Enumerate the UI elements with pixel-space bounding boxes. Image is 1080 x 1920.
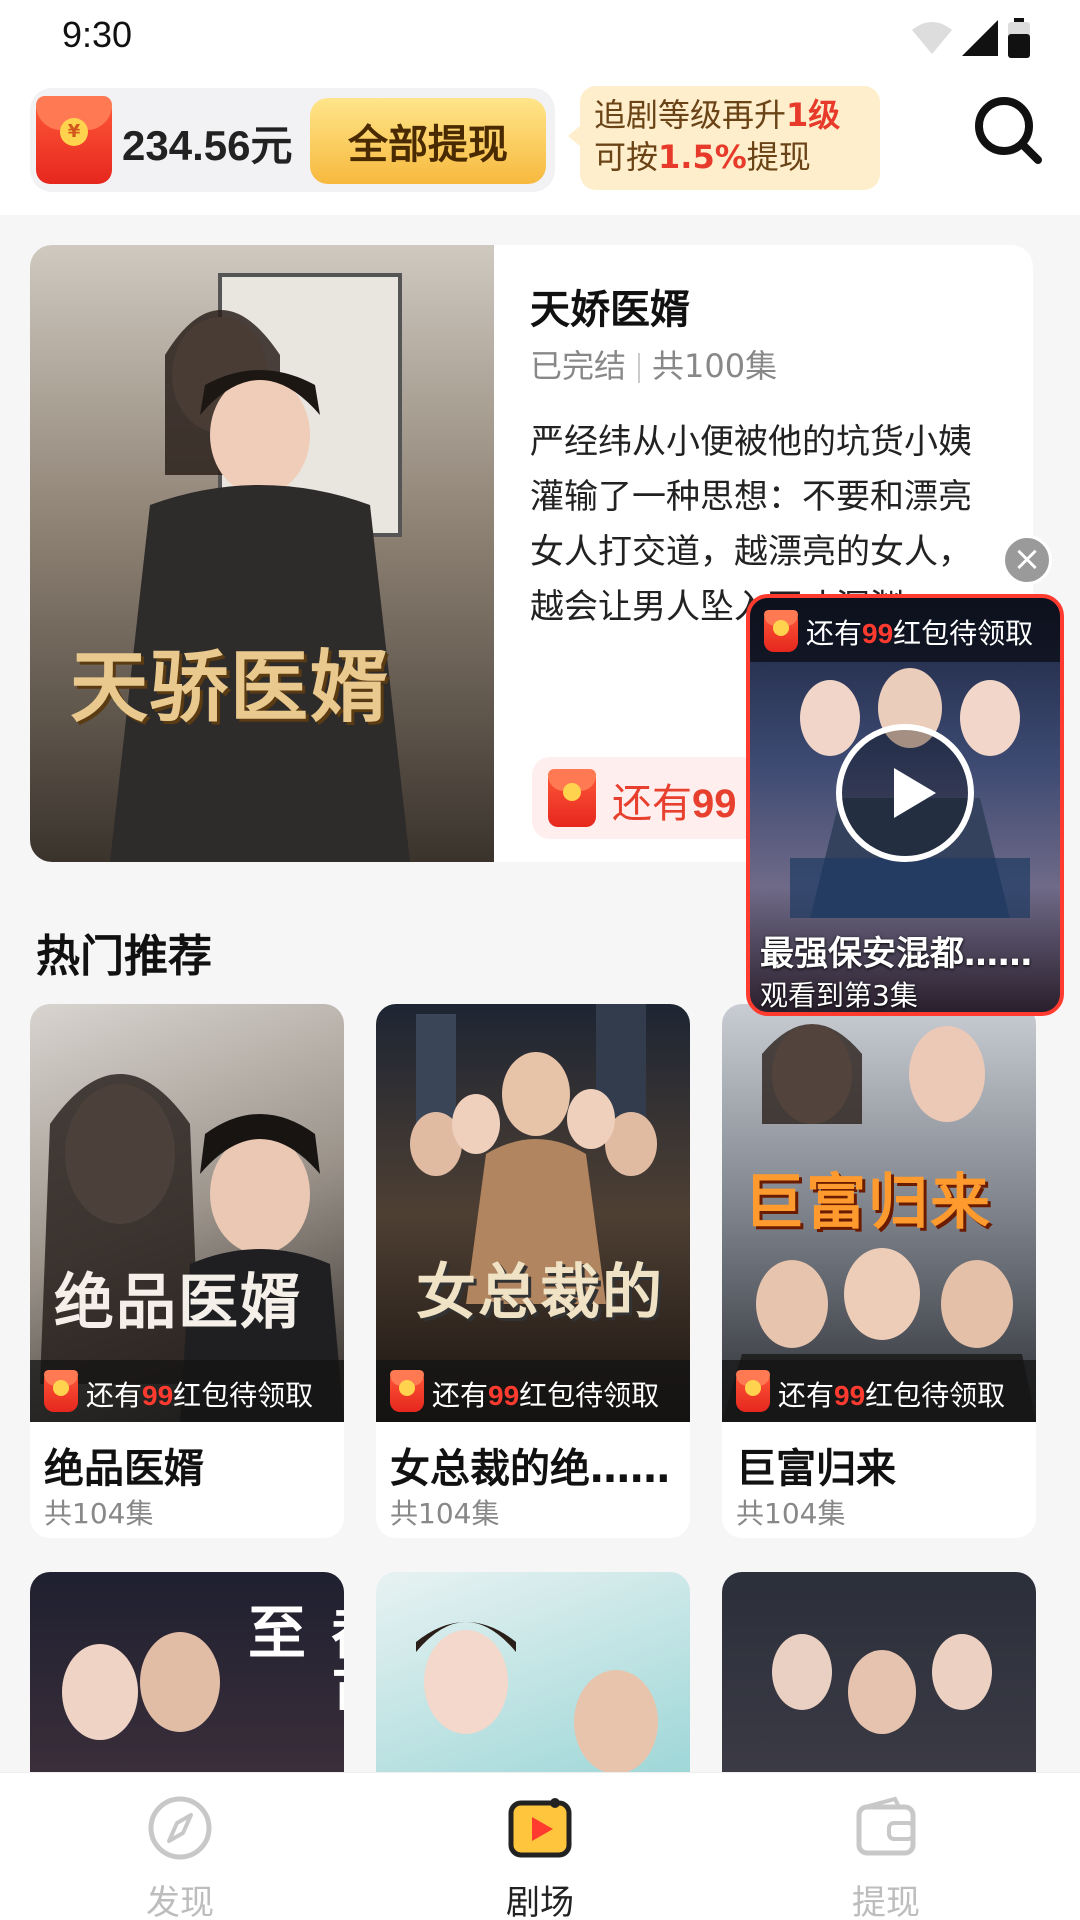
poster-people-art <box>110 273 410 862</box>
level-tip-text: 提现 <box>746 138 811 176</box>
card-people-art <box>772 1634 992 1734</box>
card-title-art: 巨富归来 <box>744 1168 992 1238</box>
reward-badge: 还有99红包待领取 <box>376 1360 690 1422</box>
poster-title-art: 天骄医婿 <box>70 642 391 733</box>
withdraw-all-button[interactable]: 全部提现 <box>310 98 546 184</box>
drama-card[interactable]: 绝品医婿 还有99红包待领取 绝品医婿 共104集 <box>30 1004 344 1538</box>
drama-title: 巨富归来 <box>736 1446 896 1492</box>
featured-poster[interactable]: 天骄医婿 <box>30 245 494 862</box>
status-icons <box>912 18 1030 58</box>
featured-title[interactable]: 天娇医婿 <box>530 277 690 335</box>
drama-card[interactable] <box>722 1572 1036 1772</box>
drama-card[interactable]: 都市至 <box>30 1572 344 1772</box>
nav-item-theater[interactable]: 剧场 <box>460 1793 620 1920</box>
red-packet-icon: ¥ <box>36 96 112 184</box>
reward-badge: 还有99红包待领取 <box>30 1360 344 1422</box>
mini-player-title: 最强保安混都…… <box>760 934 1032 974</box>
drama-card[interactable]: 巨富归来 还有99红包待领取 巨富归来 共104集 <box>722 1004 1036 1538</box>
red-packet-icon <box>736 1370 770 1412</box>
mini-player-progress: 观看到第3集 <box>760 979 918 1012</box>
battery-icon <box>1008 18 1030 58</box>
floating-mini-player[interactable]: 还有99红包待领取 最强保安混都…… 观看到第3集 <box>746 594 1064 1016</box>
featured-episodes: 共100集 <box>652 347 778 385</box>
nav-label: 剧场 <box>506 1883 574 1920</box>
level-tip-text: 追剧等级再升 <box>594 96 787 134</box>
nav-label: 提现 <box>852 1883 920 1920</box>
signal-icon <box>962 20 998 56</box>
compass-icon <box>148 1796 212 1860</box>
reward-badge: 还有99红包待领取 <box>750 598 1060 662</box>
status-time: 9:30 <box>62 14 133 55</box>
drama-title: 绝品医婿 <box>44 1446 204 1492</box>
level-tip[interactable]: 追剧等级再升1级 可按1.5%提现 <box>568 86 880 190</box>
red-packet-icon <box>548 769 596 827</box>
nav-item-withdraw[interactable]: 提现 <box>806 1793 966 1920</box>
level-tip-rate: 1.5% <box>658 138 747 176</box>
red-packet-icon <box>764 610 798 652</box>
reward-badge: 还有99红包待领取 <box>722 1360 1036 1422</box>
bottom-nav: 发现 剧场 提现 <box>0 1772 1080 1920</box>
drama-episode-count: 共104集 <box>736 1497 846 1530</box>
close-floating-player-button[interactable]: × <box>1002 535 1052 585</box>
play-square-icon <box>508 1798 572 1858</box>
play-icon[interactable] <box>836 724 974 862</box>
level-tip-highlight: 1级 <box>786 96 841 134</box>
drama-title: 女总裁的绝…… <box>390 1446 670 1492</box>
search-icon <box>975 97 1042 164</box>
red-packet-icon <box>44 1370 78 1412</box>
status-bar: 9:30 <box>0 0 1080 70</box>
drama-card[interactable] <box>376 1572 690 1772</box>
card-title-art: 都市至 <box>238 1602 344 1718</box>
featured-reward-text: 还有99 <box>612 781 737 827</box>
wifi-icon <box>912 22 952 54</box>
wallet-pill[interactable]: ¥ 234.56元 全部提现 <box>30 88 555 192</box>
header: ¥ 234.56元 全部提现 追剧等级再升1级 可按1.5%提现 <box>0 70 1080 215</box>
section-title: 热门推荐 <box>36 931 212 982</box>
red-packet-icon <box>390 1370 424 1412</box>
wallet-balance: 234.56元 <box>122 122 293 169</box>
card-people-art <box>416 1622 658 1772</box>
drama-episode-count: 共104集 <box>390 1497 500 1530</box>
nav-label: 发现 <box>146 1883 214 1920</box>
featured-status: 已完结 <box>530 347 627 385</box>
drama-episode-count: 共104集 <box>44 1497 154 1530</box>
wallet-icon <box>856 1796 916 1856</box>
nav-item-discover[interactable]: 发现 <box>100 1793 260 1920</box>
card-title-art: 女总裁的 <box>416 1258 664 1328</box>
search-button[interactable] <box>970 92 1044 166</box>
featured-meta: 已完结 共100集 <box>530 341 777 387</box>
drama-card[interactable]: 女总裁的 还有99红包待领取 女总裁的绝…… 共104集 <box>376 1004 690 1538</box>
card-title-art: 绝品医婿 <box>54 1268 302 1338</box>
level-tip-text: 可按 <box>594 138 659 176</box>
